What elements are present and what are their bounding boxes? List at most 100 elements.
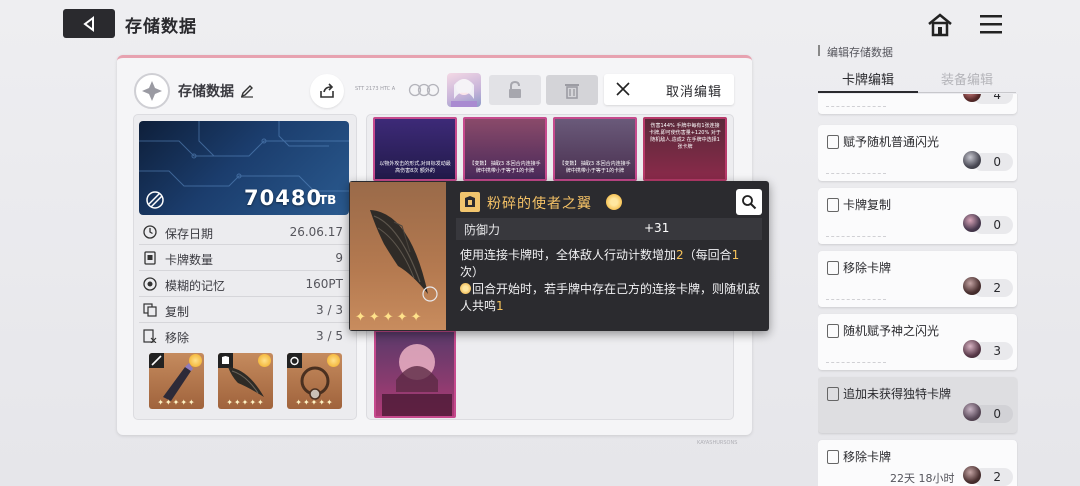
- stat-label: 保存日期: [165, 227, 214, 241]
- card-icon: [144, 251, 156, 265]
- rarity-badge-icon: [606, 194, 622, 210]
- deck-card[interactable]: 【变数】 抽取3 本回合内连接手牌中携带小于等于1的卡牌: [553, 117, 637, 181]
- profile-emblem-icon: [134, 73, 170, 109]
- remove-card-icon: [827, 261, 839, 275]
- armor-type-icon: [460, 192, 480, 212]
- page-title: 存储数据: [125, 17, 197, 37]
- edit-option[interactable]: 赋予随机普通闪光 0: [818, 125, 1017, 181]
- stat-row-copy: 复制 3 / 3: [139, 298, 349, 323]
- divider: [826, 299, 886, 301]
- item-stat-row: [456, 218, 762, 240]
- stat-row-remove: 移除 3 / 5: [139, 324, 349, 349]
- edit-option[interactable]: 卡牌复制 0: [818, 188, 1017, 244]
- stat-row-card-count: 卡牌数量 9: [139, 246, 349, 271]
- stat-label: 复制: [165, 305, 190, 319]
- edit-option[interactable]: 追加未获得独特卡牌 0: [818, 377, 1017, 433]
- cancel-edit-button[interactable]: 取消编辑: [604, 74, 734, 105]
- stat-value: 26.06.17: [289, 225, 343, 239]
- remove-card-icon: [827, 450, 839, 464]
- stat-value: 9: [335, 251, 343, 265]
- item-title: 粉碎的使者之翼: [487, 196, 592, 212]
- card-text: 【变数】 抽取3 本回合内连接手牌中携带小于等于1的卡牌: [469, 161, 541, 174]
- copy-card-icon: [827, 198, 839, 212]
- equipment-slot-armor[interactable]: ✦✦✦✦✦: [218, 353, 273, 409]
- tab-equipment-edit[interactable]: 装备编辑: [918, 66, 1016, 93]
- edit-option[interactable]: 移除卡牌 2: [818, 251, 1017, 307]
- trash-icon: [565, 84, 579, 99]
- deck-card[interactable]: [374, 330, 456, 418]
- remove-icon: [143, 329, 157, 343]
- divider: [826, 106, 886, 108]
- edit-options-list: 4 赋予随机普通闪光 0 卡牌复制 0 移除卡牌 2 随机赋予神之闪光 3 追加…: [818, 94, 1018, 486]
- effect-number: 1: [496, 299, 504, 313]
- option-label: 随机赋予神之闪光: [843, 324, 940, 338]
- effect-text: 使用连接卡牌时，全体敌人行动计数增加: [460, 248, 677, 262]
- gem-icon: [963, 340, 981, 358]
- stat-label: 模糊的记忆: [165, 279, 226, 293]
- gem-icon: [963, 214, 981, 232]
- effect-number: 1: [731, 248, 740, 262]
- edit-option[interactable]: 4: [818, 94, 1017, 114]
- cancel-edit-label: 取消编辑: [666, 85, 723, 100]
- gem-icon: [963, 151, 981, 169]
- stat-value: 3 / 5: [316, 329, 343, 343]
- emblem-icon: [144, 189, 166, 211]
- equipment-stars: ✦✦✦✦✦: [226, 398, 265, 407]
- item-stat-label: 防御力: [464, 223, 501, 237]
- save-name: 存储数据: [178, 84, 234, 100]
- hamburger-menu-icon: [980, 15, 1002, 34]
- unlock-icon: [509, 81, 521, 98]
- tab-card-edit[interactable]: 卡牌编辑: [818, 66, 918, 93]
- deck-card[interactable]: 以物外攻击的形式,对目标发动最高伤害8次 额外的: [373, 117, 457, 181]
- clock-icon: [143, 225, 157, 239]
- add-card-icon: [827, 387, 839, 401]
- item-stat-value: +31: [644, 221, 670, 235]
- item-image: [350, 182, 446, 330]
- item-stars: ✦✦✦✦✦: [355, 310, 425, 325]
- tb-unit: TB: [319, 193, 337, 207]
- menu-button[interactable]: [978, 13, 1004, 35]
- search-icon: [742, 195, 757, 210]
- item-effect-1: 使用连接卡牌时，全体敌人行动计数增加2（每回合1 次）: [460, 247, 760, 281]
- gem-icon: [963, 277, 981, 295]
- item-effect-2: 回合开始时，若手牌中存在己方的连接卡牌，则随机敌人共鸣1: [460, 281, 760, 315]
- memory-icon: [143, 277, 157, 291]
- deck-card[interactable]: 伤害144% 手牌中每有1张连接卡牌,即可使伤害量+120% 对于随机敌人,造成…: [643, 117, 727, 181]
- edit-panel-title: 编辑存储数据: [827, 46, 893, 59]
- lock-button[interactable]: [489, 75, 541, 105]
- back-button[interactable]: [63, 9, 115, 38]
- effect-text: 次）: [460, 265, 485, 279]
- equipment-slot-weapon[interactable]: ✦✦✦✦✦: [149, 353, 204, 409]
- share-button[interactable]: [310, 74, 344, 108]
- option-label: 追加未获得独特卡牌: [843, 387, 952, 401]
- inspect-button[interactable]: [736, 189, 762, 215]
- divine-flash-icon: [827, 324, 839, 338]
- pencil-edit-icon[interactable]: [240, 83, 254, 98]
- equipment-slot-accessory[interactable]: ✦✦✦✦✦: [287, 353, 342, 409]
- title-accent-bar: [818, 45, 820, 56]
- footer-brand-text: KAYASHURSONS: [697, 440, 738, 446]
- home-icon: [928, 13, 952, 37]
- back-arrow-icon: [83, 15, 94, 32]
- effect-text: 回合开始时，若手牌中存在己方的连接卡牌，则随机敌人共鸣: [460, 282, 761, 313]
- stat-value: 3 / 3: [316, 303, 343, 317]
- deck-card[interactable]: 【变数】 抽取3 本回合内连接手牌中携带小于等于1的卡牌: [463, 117, 547, 181]
- card-flash-icon: [827, 135, 839, 149]
- card-text: 【变数】 抽取3 本回合内连接手牌中携带小于等于1的卡牌: [559, 161, 631, 174]
- copy-icon: [143, 303, 157, 317]
- stat-label: 移除: [165, 331, 190, 345]
- edit-option[interactable]: 随机赋予神之闪光 3: [818, 314, 1017, 370]
- option-label: 卡牌复制: [843, 198, 892, 212]
- delete-button[interactable]: [546, 75, 598, 105]
- divider: [826, 173, 886, 175]
- coin-icon: [460, 283, 471, 294]
- effect-text: （每回合: [683, 248, 732, 262]
- stat-label: 卡牌数量: [165, 253, 214, 267]
- divider: [826, 236, 886, 238]
- stat-row-memory: 模糊的记忆 160PT: [139, 272, 349, 297]
- effect-number: 2: [676, 248, 684, 262]
- character-avatar[interactable]: [447, 73, 481, 107]
- time-remaining: 22天 18小时: [890, 472, 955, 485]
- option-label: 移除卡牌: [843, 450, 892, 464]
- home-button[interactable]: [926, 12, 954, 38]
